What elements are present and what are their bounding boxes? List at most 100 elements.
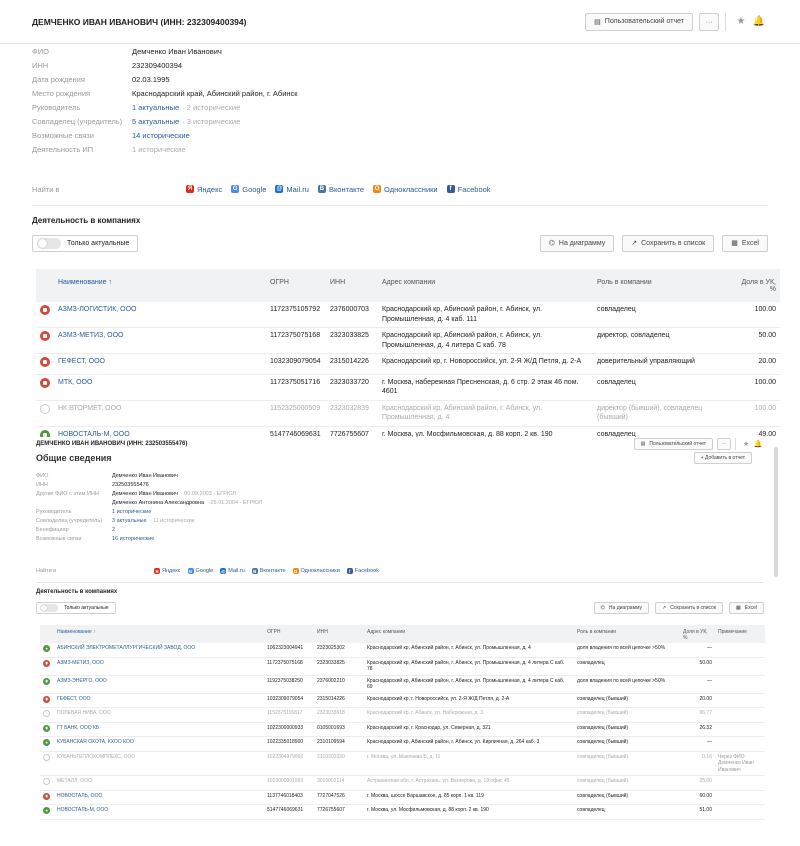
search-link-2[interactable]: @ Mail.ru bbox=[275, 185, 309, 194]
search-link-0[interactable]: Я Яндекс bbox=[186, 185, 222, 194]
company-link[interactable]: АЗМЗ-ЭНЕРГО, ООО bbox=[57, 678, 107, 684]
only-active-toggle[interactable]: Только актуальные bbox=[32, 234, 139, 252]
search-link-3[interactable]: В Вконтакте bbox=[251, 568, 286, 574]
info-value-secondary[interactable]: · 3 исторические bbox=[182, 117, 240, 126]
table-row[interactable]: ГЕФЕСТ, ООО 1032309079054 2315014226 Красно… bbox=[36, 353, 780, 375]
company-link[interactable]: КУБАНЬТЕПЛОКОМПЛЕКС, ООО bbox=[57, 754, 135, 760]
company-link[interactable]: НК ВТОРМЕТ, ООО bbox=[58, 405, 122, 412]
info-row: ИНН 232503555476 bbox=[36, 480, 764, 489]
info-value-secondary[interactable]: · 2 исторические bbox=[182, 103, 240, 112]
excel-button[interactable]: ▦ Excel bbox=[722, 234, 768, 252]
company-link[interactable]: ГЕФЕСТ, ООО bbox=[57, 696, 91, 702]
table-row[interactable]: АЗМЗ-МЕТИЗ, ООО 1172375075168 2323033825 Кр… bbox=[40, 657, 765, 676]
company-link[interactable]: АЗМЗ-МЕТИЗ, ООО bbox=[57, 660, 104, 666]
search-link-5[interactable]: f Facebook bbox=[446, 185, 491, 194]
info-value-secondary[interactable]: · 11 исторические bbox=[150, 518, 195, 524]
company-link[interactable]: ПОЛЕВАЯ НИВА, ООО bbox=[57, 710, 111, 716]
col-note[interactable]: Примечание bbox=[715, 625, 765, 643]
info-value[interactable]: 2 bbox=[112, 527, 115, 533]
col-ogrn[interactable]: ОГРН bbox=[264, 625, 314, 643]
company-link[interactable]: НОВОСТАЛЬ-М, ООО bbox=[57, 807, 108, 813]
diagram-button[interactable]: ⌬ На диаграмму bbox=[539, 234, 615, 252]
table-row[interactable]: АЗМЗ-МЕТИЗ, ООО 1172375075168 2323033825 Кр… bbox=[36, 327, 780, 354]
cell-share: — bbox=[680, 675, 715, 694]
table-row[interactable]: АБИНСКИЙ ЭЛЕКТРОМЕТАЛЛУРГИЧЕСКИЙ ЗАВОД, … bbox=[40, 643, 765, 658]
col-role[interactable]: Роль в компании bbox=[593, 269, 733, 302]
table-row[interactable]: КУБАНЬТЕПЛОКОМПЛЕКС, ООО 1022304979002 231… bbox=[40, 751, 765, 776]
only-active-toggle[interactable]: Только актуальные bbox=[36, 602, 116, 614]
save-to-list-button[interactable]: ↗ Сохранить в список bbox=[622, 234, 715, 252]
section-heading: Общие сведения bbox=[36, 453, 112, 463]
col-role[interactable]: Роль в компании bbox=[574, 625, 680, 643]
info-value[interactable]: 3 актуальные bbox=[112, 518, 147, 524]
table-row[interactable]: ПОЛЕВАЯ НИВА, ООО 1152375116817 2323033618… bbox=[40, 707, 765, 723]
table-row[interactable]: НОВОСТАЛЬ-М, ООО 5147746069631 7726755607 г… bbox=[36, 426, 780, 437]
table-row[interactable]: КУБАНСКАЯ ОХОТА, КХОО КОО 1022335018900 23… bbox=[40, 736, 765, 752]
info-label: Бенефициар bbox=[36, 526, 69, 533]
col-name[interactable]: Наименование ↑ bbox=[54, 269, 266, 302]
info-value[interactable]: 1 актуальные bbox=[132, 103, 179, 112]
add-to-report-button[interactable]: + Добавить в отчет bbox=[693, 452, 752, 464]
company-link[interactable]: АБИНСКИЙ ЭЛЕКТРОМЕТАЛЛУРГИЧЕСКИЙ ЗАВОД, … bbox=[57, 645, 195, 651]
search-link-0[interactable]: Я Яндекс bbox=[154, 568, 181, 574]
section-title: Деятельность в компаниях bbox=[32, 216, 141, 225]
company-link[interactable]: ГЕФЕСТ, ООО bbox=[58, 358, 105, 365]
search-link-2[interactable]: @ Mail.ru bbox=[220, 568, 245, 574]
search-link-1[interactable]: G Google bbox=[187, 568, 213, 574]
star-icon[interactable]: ★ bbox=[732, 13, 750, 31]
table-row[interactable]: ГТ БАНК, ООО КБ 1022300000933 0105001693 Кр… bbox=[40, 722, 765, 737]
table-row[interactable]: НОВОСТАЛЬ-М, ООО 5147746069631 7726755607 г… bbox=[40, 804, 765, 820]
toggle-switch[interactable] bbox=[37, 237, 61, 249]
col-inn[interactable]: ИНН bbox=[326, 269, 378, 302]
search-link-1[interactable]: G Google bbox=[231, 185, 266, 194]
more-button[interactable]: ··· bbox=[699, 12, 719, 31]
col-ogrn[interactable]: ОГРН bbox=[266, 269, 326, 302]
info-value[interactable]: 5 актуальные bbox=[132, 117, 179, 126]
company-link[interactable]: ГТ БАНК, ООО КБ bbox=[57, 725, 99, 731]
info-value[interactable]: 1 исторические bbox=[112, 509, 151, 515]
info-row: Совладелец (учредитель) 5 актуальные · 3 и… bbox=[32, 114, 768, 128]
table-row[interactable]: АЗМЗ-ЭНЕРГО, ООО 1192375038250 2376002210 К… bbox=[40, 675, 765, 694]
document-icon: ▤ bbox=[640, 441, 646, 447]
info-value-secondary[interactable]: · 25.01.2004 - ЕГРЮЛ bbox=[207, 500, 262, 506]
company-link[interactable]: КУБАНСКАЯ ОХОТА, КХОО КОО bbox=[57, 739, 134, 745]
company-link[interactable]: МЕТАЛЛ, ООО bbox=[57, 778, 92, 784]
toggle-switch[interactable] bbox=[40, 604, 58, 612]
col-share[interactable]: Доля в УК, % bbox=[680, 625, 715, 643]
custom-report-button[interactable]: ▤ Пользовательский отчет bbox=[633, 438, 713, 450]
info-value-secondary[interactable]: · 00.09.2003 - ЕГРЮЛ bbox=[181, 491, 236, 497]
table-row[interactable]: МЕТАЛЛ, ООО 1023000001993 3015002114 Астрах… bbox=[40, 775, 765, 791]
search-link-4[interactable]: О Одноклассники bbox=[292, 568, 340, 574]
table-row[interactable]: ГЕФЕСТ, ООО 1032309079054 2315014226 Красно… bbox=[40, 693, 765, 708]
custom-report-button[interactable]: ▤ Пользовательский отчет bbox=[585, 12, 693, 31]
table-row[interactable]: НК ВТОРМЕТ, ООО 1152325000509 2323032839 Кр… bbox=[36, 400, 780, 427]
col-address[interactable]: Адрес компании bbox=[364, 625, 574, 643]
company-link[interactable]: АЗМЗ-МЕТИЗ, ООО bbox=[58, 332, 123, 339]
bell-icon[interactable]: 🔔 bbox=[750, 13, 768, 31]
table-row[interactable]: НОВОСТАЛЬ, ООО 1137746018403 7727047526 г. … bbox=[40, 790, 765, 805]
bell-icon[interactable]: 🔔 bbox=[752, 438, 764, 450]
company-link[interactable]: НОВОСТАЛЬ, ООО bbox=[57, 793, 102, 799]
search-link-4[interactable]: О Одноклассники bbox=[373, 185, 438, 194]
save-to-list-button[interactable]: ↗ Сохранить в список bbox=[655, 602, 724, 614]
info-value[interactable]: 14 исторические bbox=[132, 131, 190, 140]
search-link-5[interactable]: f Facebook bbox=[346, 568, 379, 574]
col-address[interactable]: Адрес компании bbox=[378, 269, 593, 302]
col-inn[interactable]: ИНН bbox=[314, 625, 364, 643]
info-value[interactable]: 16 исторические bbox=[112, 536, 154, 542]
excel-button[interactable]: ▦ Excel bbox=[729, 602, 764, 614]
diagram-button[interactable]: ⌬ На диаграмму bbox=[593, 602, 650, 614]
search-link-3[interactable]: В Вконтакте bbox=[317, 185, 364, 194]
col-name[interactable]: Наименование ↑ bbox=[54, 625, 264, 643]
company-link[interactable]: МТК, ООО bbox=[58, 379, 92, 386]
scrollbar[interactable] bbox=[774, 447, 778, 577]
info-label: Руководитель bbox=[32, 102, 81, 112]
company-link[interactable]: АЗМЗ-ЛОГИСТИК, ООО bbox=[58, 306, 137, 313]
cell-share: 51.00 bbox=[680, 804, 715, 820]
more-button[interactable]: ··· bbox=[717, 438, 731, 450]
table-row[interactable]: АЗМЗ-ЛОГИСТИК, ООО 1172375105792 237600070… bbox=[36, 302, 780, 328]
col-share[interactable]: Доля в УК, % bbox=[733, 269, 780, 302]
table-row[interactable]: МТК, ООО 1172375051716 2323033720 г. Москва… bbox=[36, 374, 780, 401]
star-icon[interactable]: ★ bbox=[740, 438, 752, 450]
cell-address: г. Москва, ул. Мосфильмовская, д. 88 кор… bbox=[364, 804, 574, 820]
